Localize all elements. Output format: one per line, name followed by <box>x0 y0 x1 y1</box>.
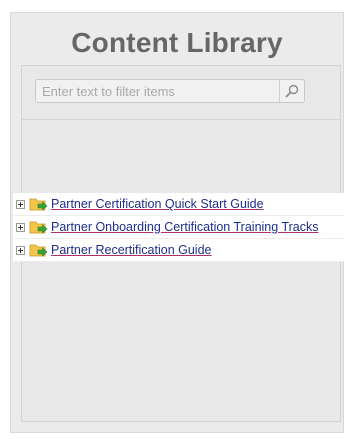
search-icon <box>285 84 299 98</box>
tree-item: Partner Recertification Guide <box>13 239 344 262</box>
tree-item-link[interactable]: Partner Onboarding Certification Trainin… <box>51 220 319 234</box>
folder-arrow-icon <box>29 244 48 257</box>
tree-item: Partner Certification Quick Start Guide <box>13 193 344 216</box>
expand-plus-icon[interactable] <box>16 222 25 232</box>
tree-item-link[interactable]: Partner Certification Quick Start Guide <box>51 197 264 211</box>
folder-arrow-icon <box>29 198 48 211</box>
library-content-area: Partner Certification Quick Start Guide … <box>13 65 344 422</box>
expand-plus-icon[interactable] <box>16 245 25 255</box>
folder-arrow-icon <box>29 221 48 234</box>
expand-plus-icon[interactable] <box>16 199 25 209</box>
search-button[interactable] <box>279 80 304 102</box>
content-library-panel: Content Library Enter text to filter ite… <box>10 12 344 433</box>
panel-title: Content Library <box>71 27 283 58</box>
tree-item-link[interactable]: Partner Recertification Guide <box>51 243 212 257</box>
library-tree: Partner Certification Quick Start Guide … <box>13 193 344 262</box>
tree-item: Partner Onboarding Certification Trainin… <box>13 216 344 239</box>
filter-input[interactable] <box>35 79 305 103</box>
filter-bar <box>22 66 340 120</box>
